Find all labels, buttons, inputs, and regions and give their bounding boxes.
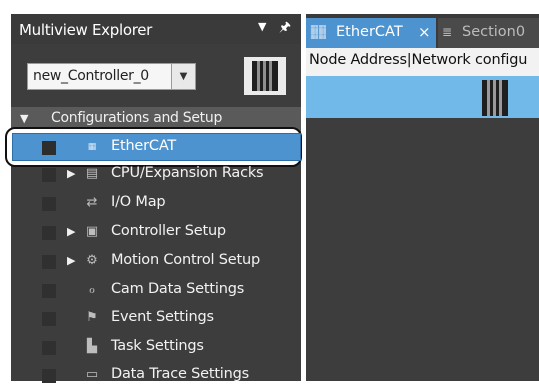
item-checkbox[interactable] (42, 226, 56, 240)
tree-item-label: Cam Data Settings (111, 281, 245, 297)
network-config-header: Node Address|Network configu (306, 48, 539, 76)
section-icon: ≣ (442, 25, 452, 39)
tree-items: ▦ EtherCAT ▶ ▤ CPU/Expansion Racks ⇄ I/O… (11, 0, 301, 383)
tree-item-label: I/O Map (111, 194, 166, 210)
task-icon: ▙ (87, 339, 97, 354)
item-checkbox[interactable] (42, 141, 56, 155)
tab-section0[interactable]: ≣ Section0 (438, 18, 539, 48)
rack-icon: ▤ (85, 166, 99, 181)
tree-item-label: CPU/Expansion Racks (111, 165, 264, 181)
tree-item-motion-control-setup[interactable]: ▶ ⚙ Motion Control Setup (11, 248, 301, 276)
tree-item-controller-setup[interactable]: ▶ ▣ Controller Setup (11, 219, 301, 247)
tab-label: EtherCAT (336, 24, 403, 40)
gear-icon: ⚙ (86, 253, 98, 268)
tab-strip: ▦▦ ▦▦ EtherCAT × ≣ Section0 (306, 14, 539, 48)
controller-icon[interactable] (482, 80, 508, 116)
expand-arrow-icon[interactable]: ▶ (67, 225, 75, 238)
tree-item-cam-data-settings[interactable]: ℴ Cam Data Settings (11, 277, 301, 305)
item-checkbox[interactable] (42, 284, 56, 298)
tree-item-task-settings[interactable]: ▙ Task Settings (11, 334, 301, 362)
tree-item-label: Data Trace Settings (111, 366, 249, 382)
io-map-icon: ⇄ (86, 195, 98, 210)
header-text: Node Address|Network configu (309, 52, 528, 68)
controller-setup-icon: ▣ (85, 224, 99, 239)
tree-item-cpu-expansion-racks[interactable]: ▶ ▤ CPU/Expansion Racks (11, 161, 301, 189)
tab-label: Section0 (462, 24, 526, 40)
item-checkbox[interactable] (42, 341, 56, 355)
item-checkbox[interactable] (42, 168, 56, 182)
tree-item-ethercat[interactable]: ▦ EtherCAT (11, 134, 301, 162)
ethercat-icon: ▦ (87, 142, 97, 152)
tree-item-label: Event Settings (111, 309, 214, 325)
tree-item-label: EtherCAT (111, 138, 177, 154)
close-icon[interactable]: × (418, 23, 431, 41)
tree-item-label: Task Settings (111, 338, 204, 354)
tree-item-label: Motion Control Setup (111, 252, 260, 268)
tree-item-data-trace-settings[interactable]: ▭ Data Trace Settings (11, 362, 301, 390)
flag-icon: ⚑ (86, 310, 98, 325)
tab-ethercat[interactable]: ▦▦ ▦▦ EtherCAT × (306, 18, 436, 48)
editor-area: ▦▦ ▦▦ EtherCAT × ≣ Section0 Node Address|… (306, 14, 539, 381)
item-checkbox[interactable] (42, 197, 56, 211)
expand-arrow-icon[interactable]: ▶ (67, 254, 75, 267)
item-checkbox[interactable] (42, 255, 56, 269)
expand-arrow-icon[interactable]: ▶ (67, 167, 75, 180)
cam-icon: ℴ (88, 282, 95, 297)
tree-item-io-map[interactable]: ⇄ I/O Map (11, 190, 301, 218)
ethercat-icon: ▦▦ ▦▦ (310, 24, 327, 41)
tree-item-label: Controller Setup (111, 223, 226, 239)
tree-item-event-settings[interactable]: ⚑ Event Settings (11, 305, 301, 333)
item-checkbox[interactable] (42, 312, 56, 326)
